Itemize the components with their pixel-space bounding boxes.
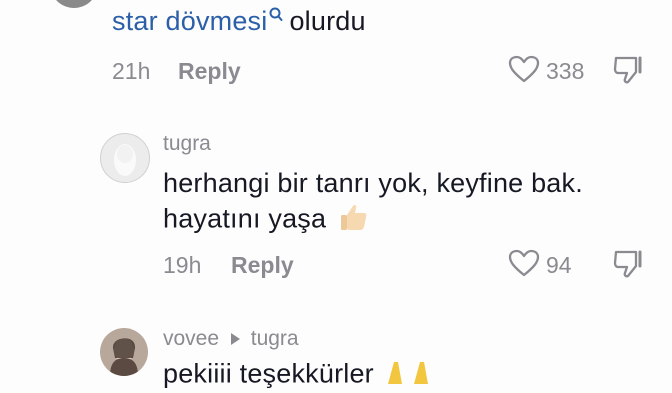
praying-hands-emoji <box>382 358 438 393</box>
comment-text-content: pekiiii teşekkürler <box>163 358 374 389</box>
comment-username[interactable]: vovee <box>163 327 219 350</box>
reply-button[interactable]: Reply <box>178 58 241 85</box>
comment-text-rest: olurdu <box>289 6 366 36</box>
heart-icon[interactable] <box>508 249 540 277</box>
heart-icon[interactable] <box>508 55 540 83</box>
thumbs-up-emoji <box>338 202 370 239</box>
reply-arrow-icon <box>229 332 241 346</box>
comment-text-line2-content: hayatını yaşa <box>163 203 327 234</box>
comment-time: 21h <box>112 58 151 84</box>
dislike-icon[interactable] <box>612 248 646 280</box>
comment-text: star dövmesi olurdu <box>112 6 366 37</box>
search-icon[interactable] <box>269 7 283 23</box>
reply-button[interactable]: Reply <box>231 252 294 279</box>
comment-text: herhangi bir tanrı yok, keyfine bak. <box>163 168 583 198</box>
comment-text: pekiiii teşekkürler <box>163 358 438 393</box>
comment-username[interactable]: tugra <box>163 132 211 156</box>
reply-to-username[interactable]: tugra <box>251 327 299 350</box>
search-link[interactable]: star dövmesi <box>112 6 267 36</box>
comment-text-line2: hayatını yaşa <box>163 202 370 239</box>
avatar[interactable] <box>100 133 150 183</box>
avatar[interactable] <box>50 0 98 8</box>
comment-username-line: vovee tugra <box>163 327 299 351</box>
dislike-icon[interactable] <box>612 54 646 86</box>
like-count: 94 <box>546 252 572 278</box>
avatar[interactable] <box>100 328 148 376</box>
comment-time: 19h <box>163 252 202 278</box>
like-count: 338 <box>546 58 585 84</box>
